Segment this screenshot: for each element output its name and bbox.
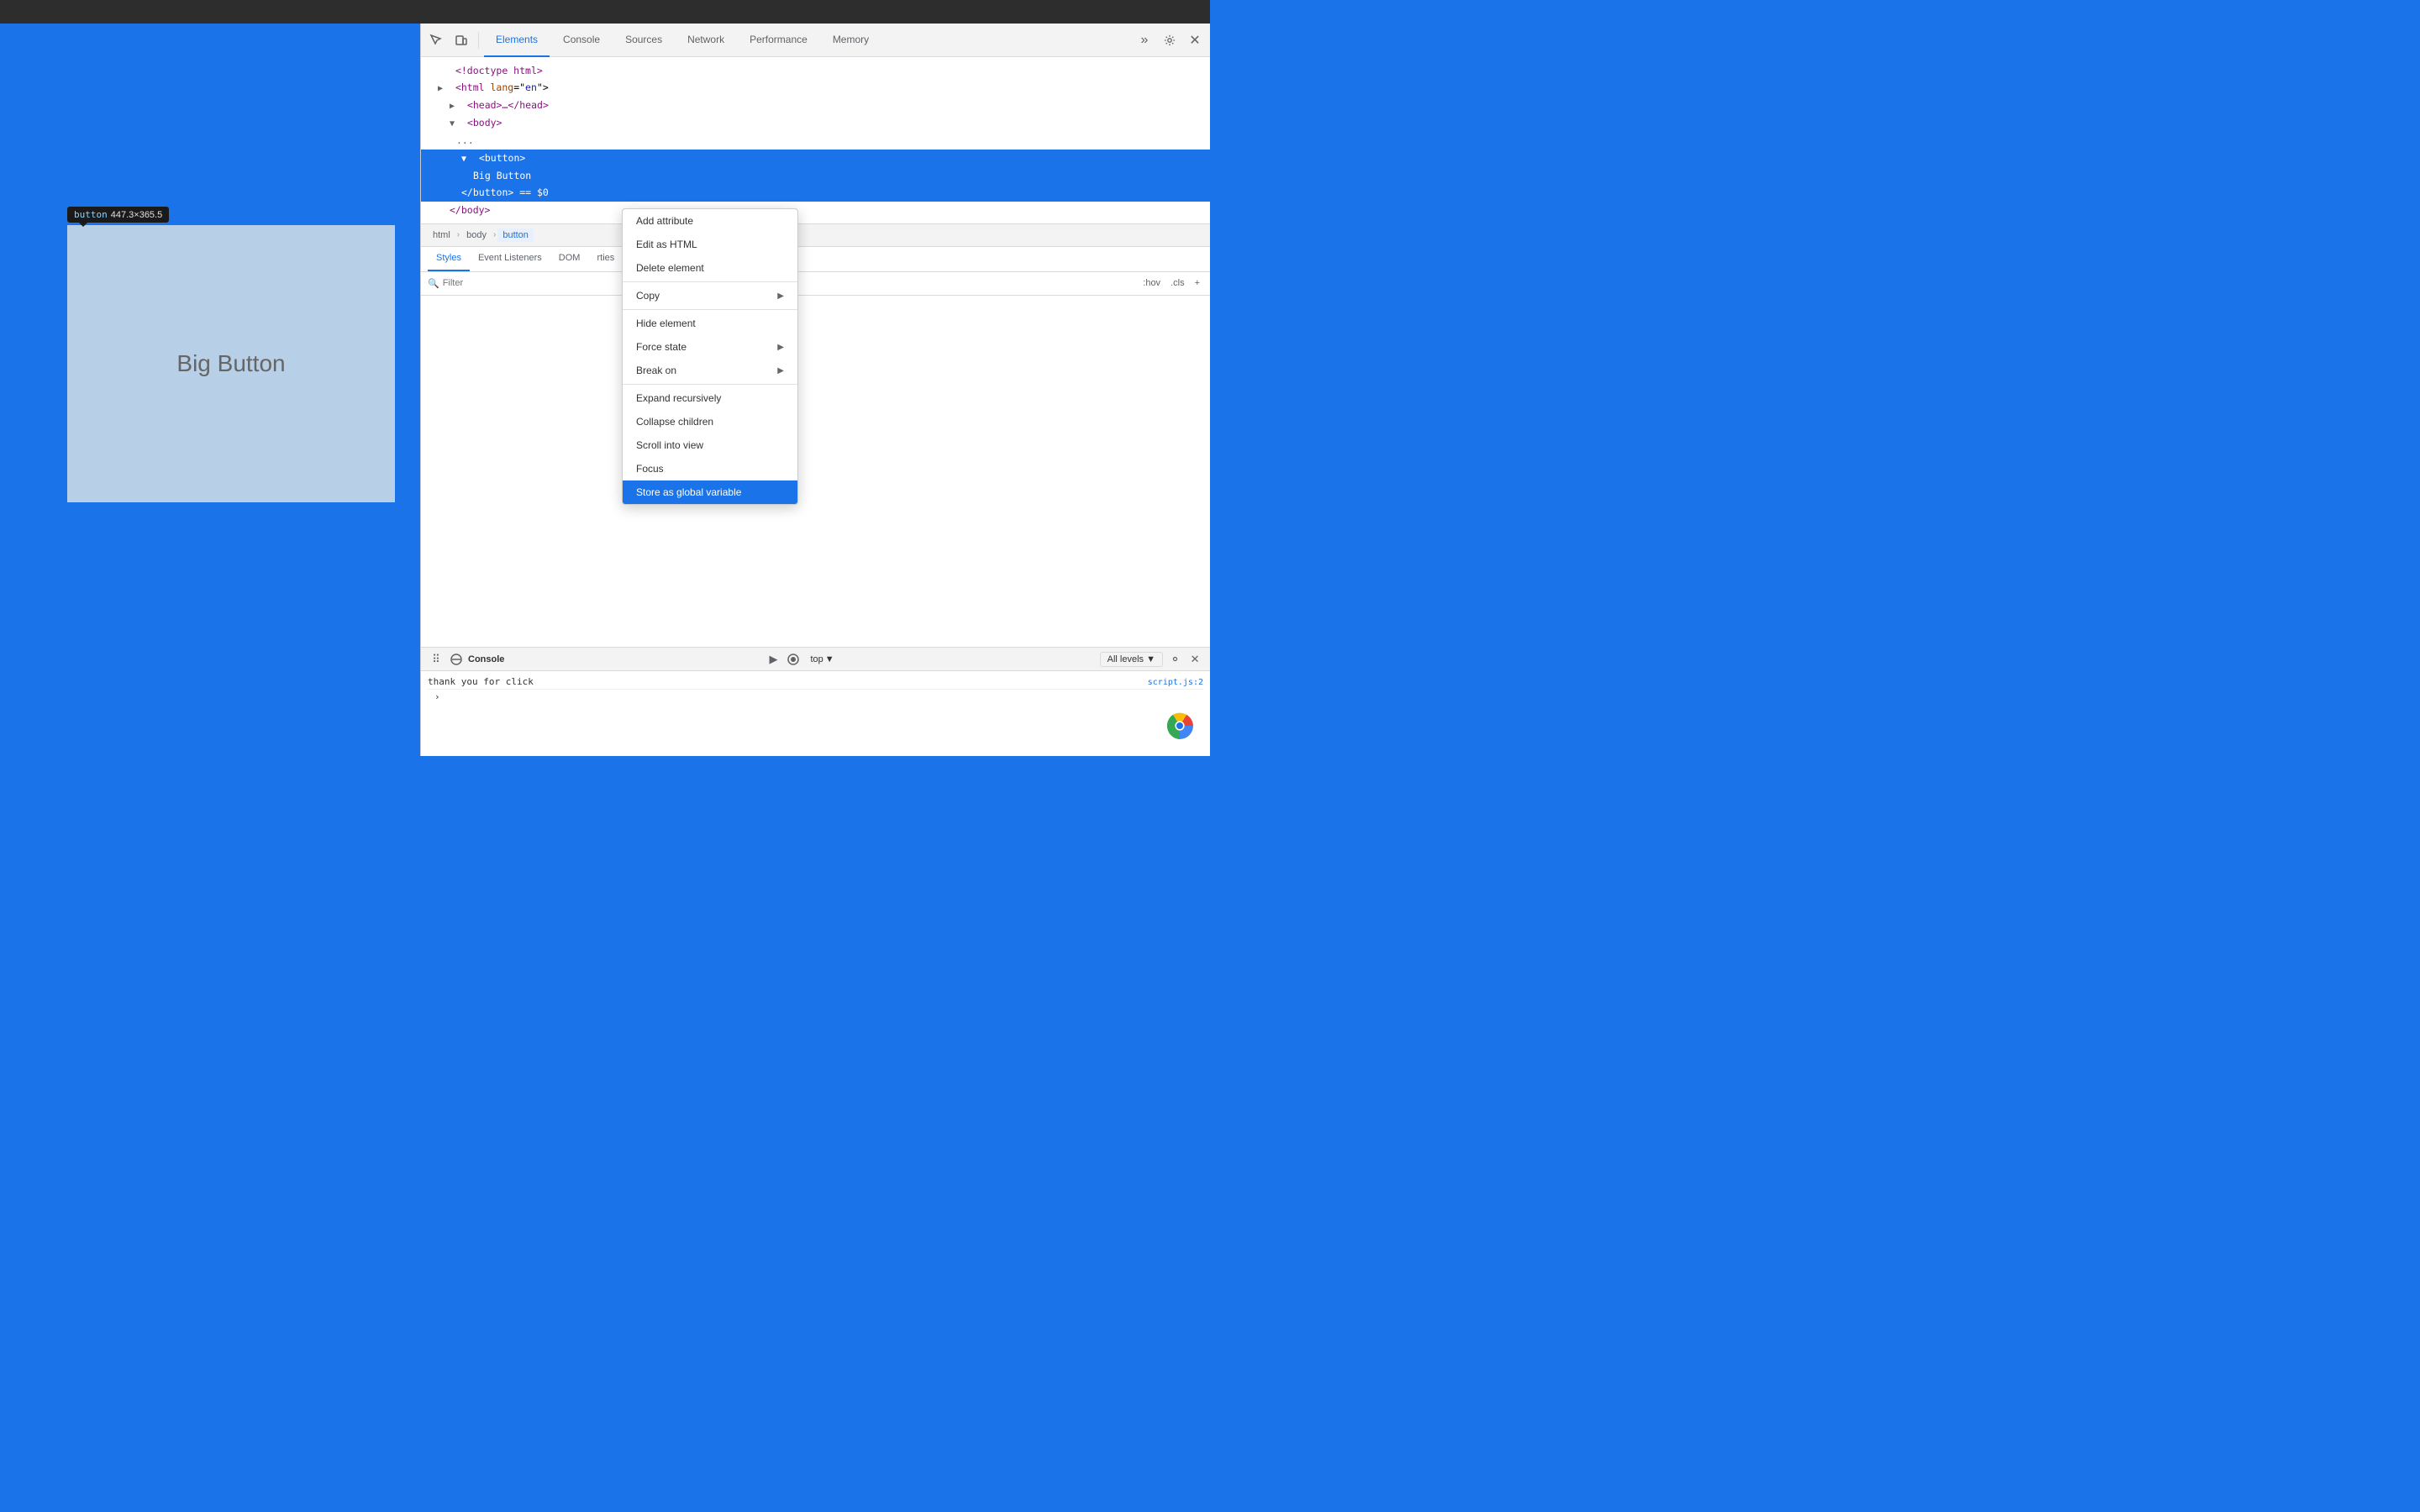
chrome-logo <box>1166 712 1193 739</box>
sub-tab-properties[interactable]: rties <box>588 246 623 271</box>
devtools-toolbar: Elements Console Sources Network Perform… <box>421 24 1210 57</box>
force-state-submenu-arrow: ▶ <box>777 343 784 352</box>
console-drag-icon[interactable]: ⠿ <box>428 651 445 668</box>
context-menu: Add attribute Edit as HTML Delete elemen… <box>622 208 798 505</box>
breadcrumb-bar: html › body › button <box>421 223 1210 247</box>
inspect-element-button[interactable] <box>424 29 448 52</box>
context-menu-delete-element[interactable]: Delete element <box>623 256 797 280</box>
add-style-button[interactable]: + <box>1192 276 1203 290</box>
dom-line-button-text[interactable]: Big Button <box>421 167 1210 184</box>
dom-line-body[interactable]: ▼ <body> <box>421 114 1210 132</box>
break-on-submenu-arrow: ▶ <box>777 366 784 375</box>
dom-tree: <!doctype html> ▶ <html lang="en"> ▶ <he… <box>421 57 1210 223</box>
context-menu-scroll-into-view[interactable]: Scroll into view <box>623 433 797 457</box>
console-input[interactable] <box>444 691 1197 702</box>
console-log-entry: thank you for click script.js:2 <box>428 675 1203 690</box>
context-menu-collapse-children[interactable]: Collapse children <box>623 410 797 433</box>
dom-line-body-close[interactable]: </body> <box>421 202 1210 218</box>
context-menu-divider-2 <box>623 309 797 310</box>
context-menu-store-as-global[interactable]: Store as global variable <box>623 480 797 504</box>
console-close-button[interactable]: ✕ <box>1186 651 1203 668</box>
dom-line-dots: ... <box>421 132 1210 149</box>
tab-console[interactable]: Console <box>551 24 612 57</box>
filter-icon: 🔍 <box>428 278 439 289</box>
device-toggle-button[interactable] <box>450 29 473 52</box>
console-play-button[interactable]: ▶ <box>765 651 781 668</box>
sub-tabs: Styles Event Listeners DOM rties Accessi… <box>421 247 1210 272</box>
dom-line-head[interactable]: ▶ <head>…</head> <box>421 97 1210 114</box>
webpage-area: button 447.3×365.5 Big Button <box>0 24 420 756</box>
breadcrumb-html[interactable]: html <box>428 228 455 242</box>
context-menu-hide-element[interactable]: Hide element <box>623 312 797 335</box>
styles-filter-bar: 🔍 :hov .cls + <box>421 272 1210 296</box>
dom-line-button-open[interactable]: ▼ <button> <box>421 150 1210 167</box>
element-tooltip: button 447.3×365.5 <box>67 207 169 223</box>
context-menu-expand-recursively[interactable]: Expand recursively <box>623 386 797 410</box>
console-levels-button[interactable]: All levels ▼ <box>1100 652 1163 667</box>
dom-line-button-close[interactable]: </button> == $0 <box>421 184 1210 201</box>
console-context-button[interactable]: top ▼ <box>805 651 839 668</box>
context-menu-divider-1 <box>623 281 797 282</box>
context-menu-divider-3 <box>623 384 797 385</box>
sub-tab-dom[interactable]: DOM <box>550 246 589 271</box>
devtools-panel: Elements Console Sources Network Perform… <box>420 24 1210 756</box>
tab-performance[interactable]: Performance <box>738 24 819 57</box>
console-clear-button[interactable] <box>448 651 465 668</box>
breadcrumb-button[interactable]: button <box>497 228 534 242</box>
console-log-source: script.js:2 <box>1148 678 1203 687</box>
toolbar-divider <box>478 32 479 49</box>
big-button-label: Big Button <box>176 350 285 377</box>
console-title: Console <box>468 654 504 664</box>
context-menu-focus[interactable]: Focus <box>623 457 797 480</box>
breadcrumb-body[interactable]: body <box>461 228 492 242</box>
console-prompt-icon: › <box>434 691 440 702</box>
context-menu-break-on[interactable]: Break on ▶ <box>623 359 797 382</box>
console-input-row: › <box>428 690 1203 704</box>
console-settings-button[interactable] <box>1166 651 1183 668</box>
hov-button[interactable]: :hov <box>1139 276 1164 290</box>
console-log-text: thank you for click <box>428 676 1141 687</box>
tab-memory[interactable]: Memory <box>821 24 881 57</box>
tab-network[interactable]: Network <box>676 24 736 57</box>
console-content: thank you for click script.js:2 › <box>421 671 1210 756</box>
tooltip-size: 447.3×365.5 <box>111 210 162 220</box>
copy-submenu-arrow: ▶ <box>777 291 784 301</box>
devtools-close-button[interactable]: ✕ <box>1183 29 1207 52</box>
sub-tab-styles[interactable]: Styles <box>428 246 470 271</box>
tooltip-tag: button <box>74 209 108 220</box>
dom-line-html[interactable]: ▶ <html lang="en"> <box>421 79 1210 97</box>
chrome-top-bar <box>0 0 1210 24</box>
context-menu-add-attribute[interactable]: Add attribute <box>623 209 797 233</box>
context-menu-edit-as-html[interactable]: Edit as HTML <box>623 233 797 256</box>
context-menu-copy[interactable]: Copy ▶ <box>623 284 797 307</box>
dom-line-doctype[interactable]: <!doctype html> <box>421 62 1210 79</box>
devtools-settings-button[interactable] <box>1158 29 1181 52</box>
elements-panel: <!doctype html> ▶ <html lang="en"> ▶ <he… <box>421 57 1210 647</box>
tab-sources[interactable]: Sources <box>613 24 674 57</box>
console-drawer: ⠿ Console ▶ top ▼ <box>421 647 1210 756</box>
styles-actions: :hov .cls + <box>1139 276 1203 290</box>
sub-tab-event-listeners[interactable]: Event Listeners <box>470 246 550 271</box>
context-menu-force-state[interactable]: Force state ▶ <box>623 335 797 359</box>
cls-button[interactable]: .cls <box>1167 276 1188 290</box>
console-no-button[interactable] <box>785 651 802 668</box>
more-tabs-button[interactable]: » <box>1133 29 1156 52</box>
console-toolbar: ⠿ Console ▶ top ▼ <box>421 648 1210 671</box>
big-button[interactable]: Big Button <box>67 225 395 502</box>
tab-elements[interactable]: Elements <box>484 24 550 57</box>
